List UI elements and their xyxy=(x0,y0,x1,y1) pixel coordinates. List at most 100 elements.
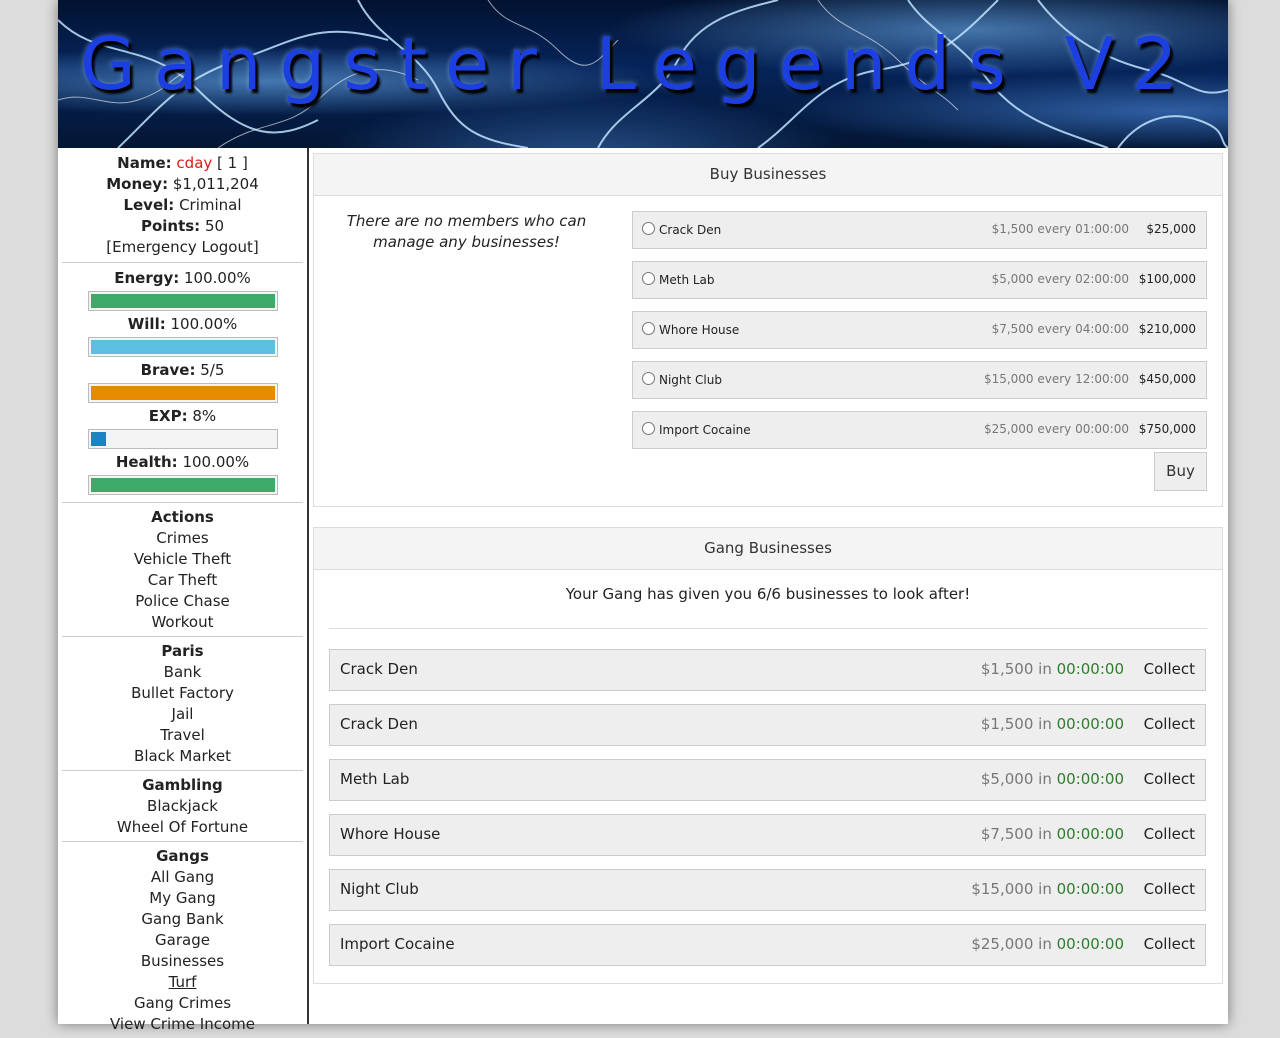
brave-value: 5/5 xyxy=(200,361,225,379)
income-in-word: in xyxy=(1038,880,1052,898)
site-title: Gangster Legends V2 xyxy=(80,22,1196,106)
energy-value: 100.00% xyxy=(184,269,251,287)
level-line: Level: Criminal xyxy=(62,195,303,216)
brave-line: Brave: 5/5 xyxy=(62,360,303,381)
income-amount: $15,000 xyxy=(971,880,1034,898)
business-option-name: Import Cocaine xyxy=(659,423,751,437)
business-option-income: $7,500 every 04:00:00 xyxy=(991,322,1129,336)
health-bar-fill xyxy=(90,478,275,492)
nav-item-view-crime-income[interactable]: View Crime Income xyxy=(62,1014,303,1035)
radio-button[interactable] xyxy=(642,372,655,385)
nav-item-all-gang[interactable]: All Gang xyxy=(62,867,303,888)
collect-button[interactable]: Collect xyxy=(1144,825,1195,843)
business-option-price: $450,000 xyxy=(1138,372,1196,386)
nav-item-vehicle-theft[interactable]: Vehicle Theft xyxy=(62,549,303,570)
business-option-price: $25,000 xyxy=(1146,222,1196,236)
buy-button[interactable]: Buy xyxy=(1154,452,1207,491)
gang-business-name: Whore House xyxy=(340,825,441,843)
collect-button[interactable]: Collect xyxy=(1144,770,1195,788)
gang-business-income: $1,500 in 00:00:00 xyxy=(981,715,1124,733)
brave-bar-fill xyxy=(90,386,275,400)
exp-bar xyxy=(87,429,278,449)
gang-business-name: Import Cocaine xyxy=(340,935,455,953)
business-option-name: Meth Lab xyxy=(659,273,715,287)
collect-button[interactable]: Collect xyxy=(1144,880,1195,898)
brave-bar xyxy=(87,383,278,403)
gang-businesses-title: Gang Businesses xyxy=(314,528,1222,570)
business-option[interactable]: Crack Den $1,500 every 01:00:00 $25,000 xyxy=(632,211,1207,249)
nav-item-crimes[interactable]: Crimes xyxy=(62,528,303,549)
gang-businesses-panel: Gang Businesses Your Gang has given you … xyxy=(313,527,1223,984)
business-option[interactable]: Import Cocaine $25,000 every 00:00:00 $7… xyxy=(632,411,1207,449)
exp-line: EXP: 8% xyxy=(62,406,303,427)
nav-item-travel[interactable]: Travel xyxy=(62,725,303,746)
nav-item-workout[interactable]: Workout xyxy=(62,612,303,633)
nav-item-gang-bank[interactable]: Gang Bank xyxy=(62,909,303,930)
nav-gangs: Gangs All Gang My Gang Gang Bank Garage … xyxy=(62,842,303,1038)
will-line: Will: 100.00% xyxy=(62,314,303,335)
nav-item-jail[interactable]: Jail xyxy=(62,704,303,725)
nav-item-black-market[interactable]: Black Market xyxy=(62,746,303,767)
income-in-word: in xyxy=(1038,825,1052,843)
business-option[interactable]: Meth Lab $5,000 every 02:00:00 $100,000 xyxy=(632,261,1207,299)
health-line: Health: 100.00% xyxy=(62,452,303,473)
radio-button[interactable] xyxy=(642,222,655,235)
nav-item-turf[interactable]: Turf xyxy=(62,972,303,993)
radio-button[interactable] xyxy=(642,272,655,285)
health-bar xyxy=(87,475,278,495)
radio-button[interactable] xyxy=(642,322,655,335)
gang-business-name: Crack Den xyxy=(340,660,418,678)
income-timer: 00:00:00 xyxy=(1056,770,1124,788)
nav-item-bank[interactable]: Bank xyxy=(62,662,303,683)
gang-business-row: Import Cocaine $25,000 in 00:00:00 Colle… xyxy=(329,924,1206,966)
nav-item-blackjack[interactable]: Blackjack xyxy=(62,796,303,817)
business-option-income: $1,500 every 01:00:00 xyxy=(991,222,1129,236)
nav-item-gang-crimes[interactable]: Gang Crimes xyxy=(62,993,303,1014)
income-amount: $25,000 xyxy=(971,935,1034,953)
nav-item-wheel-of-fortune[interactable]: Wheel Of Fortune xyxy=(62,817,303,838)
health-label: Health: xyxy=(115,453,178,471)
exp-value: 8% xyxy=(192,407,217,425)
nav-actions: Actions Crimes Vehicle Theft Car Theft P… xyxy=(62,503,303,637)
business-option-price: $750,000 xyxy=(1138,422,1196,436)
radio-button[interactable] xyxy=(642,422,655,435)
will-label: Will: xyxy=(127,315,166,333)
business-option[interactable]: Whore House $7,500 every 04:00:00 $210,0… xyxy=(632,311,1207,349)
buy-businesses-panel: Buy Businesses There are no members who … xyxy=(313,153,1223,507)
money-value: $1,011,204 xyxy=(172,175,259,193)
nav-heading-actions: Actions xyxy=(151,508,214,526)
income-in-word: in xyxy=(1038,935,1052,953)
business-option-name: Night Club xyxy=(659,373,722,387)
collect-button[interactable]: Collect xyxy=(1144,715,1195,733)
will-bar xyxy=(87,337,278,357)
income-amount: $1,500 xyxy=(980,660,1034,678)
gang-business-income: $15,000 in 00:00:00 xyxy=(971,880,1124,898)
collect-button[interactable]: Collect xyxy=(1144,935,1195,953)
gang-business-name: Crack Den xyxy=(340,715,418,733)
income-amount: $5,000 xyxy=(980,770,1034,788)
collect-button[interactable]: Collect xyxy=(1144,660,1195,678)
nav-item-businesses[interactable]: Businesses xyxy=(62,951,303,972)
sidebar: Name: cday [ 1 ] Money: $1,011,204 Level… xyxy=(58,148,309,1033)
nav-item-police-chase[interactable]: Police Chase xyxy=(62,591,303,612)
nav-item-my-gang[interactable]: My Gang xyxy=(62,888,303,909)
exp-bar-fill xyxy=(90,432,106,446)
income-in-word: in xyxy=(1038,770,1052,788)
business-option-income: $15,000 every 12:00:00 xyxy=(983,372,1129,386)
nav-item-garage[interactable]: Garage xyxy=(62,930,303,951)
username-link[interactable]: cday xyxy=(176,154,212,172)
gang-businesses-message: Your Gang has given you 6/6 businesses t… xyxy=(329,585,1207,629)
business-option-name: Crack Den xyxy=(659,223,722,237)
level-label: Level: xyxy=(123,196,175,214)
nav-item-bullet-factory[interactable]: Bullet Factory xyxy=(62,683,303,704)
business-options: Crack Den $1,500 every 01:00:00 $25,000 … xyxy=(632,211,1207,461)
income-timer: 00:00:00 xyxy=(1056,935,1124,953)
nav-item-car-theft[interactable]: Car Theft xyxy=(62,570,303,591)
business-option[interactable]: Night Club $15,000 every 12:00:00 $450,0… xyxy=(632,361,1207,399)
gang-business-income: $5,000 in 00:00:00 xyxy=(981,770,1124,788)
gang-business-row: Whore House $7,500 in 00:00:00 Collect xyxy=(329,814,1206,856)
emergency-logout-link[interactable]: [Emergency Logout] xyxy=(62,237,303,258)
buy-businesses-title: Buy Businesses xyxy=(314,154,1222,196)
income-in-word: in xyxy=(1038,660,1052,678)
money-line: Money: $1,011,204 xyxy=(62,174,303,195)
